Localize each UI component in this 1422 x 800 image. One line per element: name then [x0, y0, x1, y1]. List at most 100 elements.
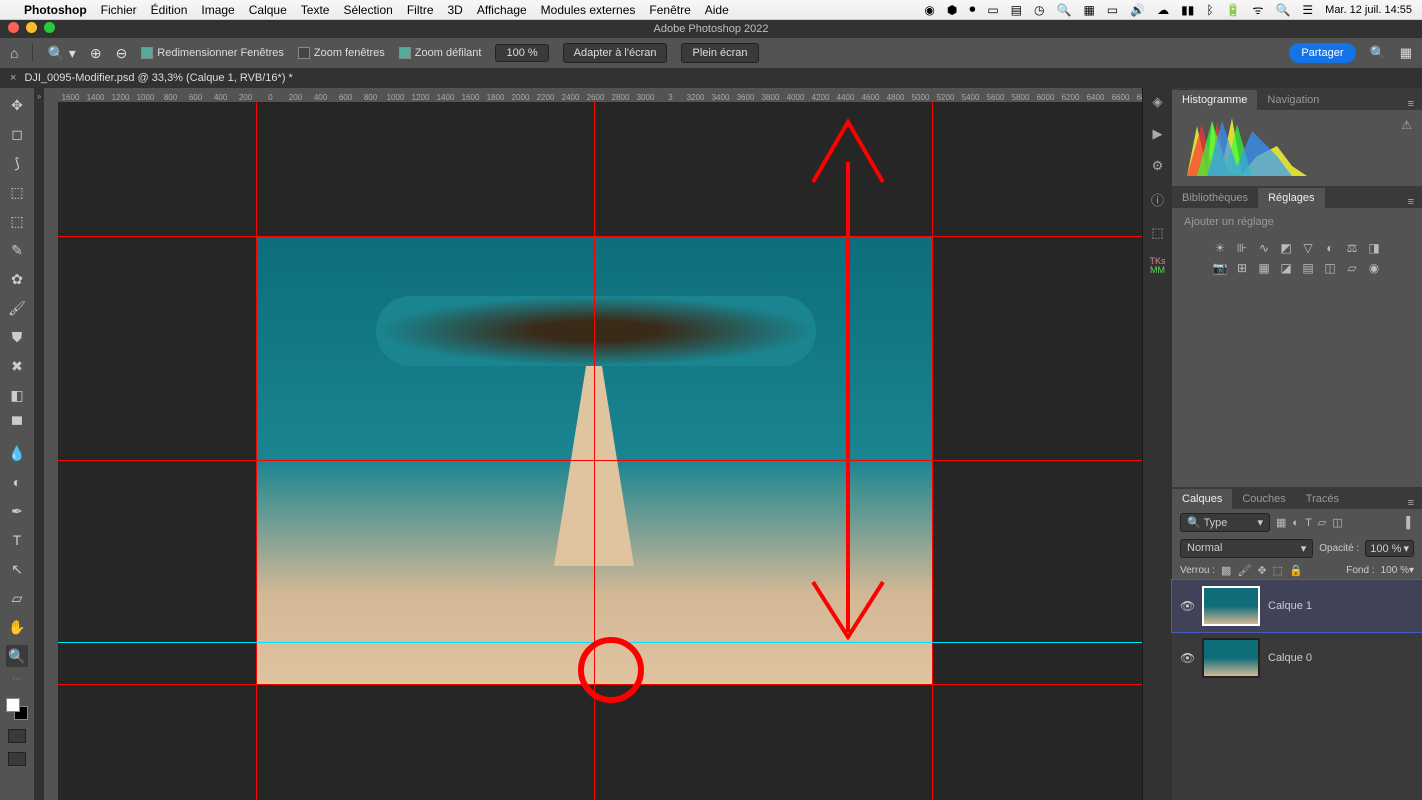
filter-image-icon[interactable]: ▦: [1276, 516, 1286, 529]
hue-icon[interactable]: ◐: [1321, 240, 1339, 256]
workspace-icon[interactable]: ▦: [1400, 45, 1412, 61]
control-center-icon[interactable]: ☰: [1302, 3, 1313, 17]
zoom-tool[interactable]: 🔍: [6, 645, 28, 667]
guide-horizontal[interactable]: [58, 236, 1142, 237]
clock-icon[interactable]: ◷: [1034, 3, 1044, 17]
pen-tool[interactable]: ✒: [6, 500, 28, 522]
opt-zoomfen[interactable]: Zoom fenêtres: [298, 47, 385, 59]
brightness-icon[interactable]: ☀: [1211, 240, 1229, 256]
filter-adjust-icon[interactable]: ◐: [1292, 517, 1299, 529]
vertical-ruler[interactable]: [44, 102, 58, 800]
thre 1px-icon[interactable]: ◫: [1321, 260, 1339, 276]
play-panel-icon[interactable]: ▶: [1153, 126, 1163, 142]
crop-tool[interactable]: ⬚: [6, 210, 28, 232]
hand-tool[interactable]: ✋: [6, 616, 28, 638]
guide-vertical[interactable]: [932, 102, 933, 800]
menu-modules[interactable]: Modules externes: [541, 3, 636, 17]
screenmode-icon[interactable]: [8, 752, 26, 766]
color-panel-icon[interactable]: ◈: [1153, 94, 1163, 110]
guide-horizontal[interactable]: [58, 642, 1142, 643]
lasso-tool[interactable]: ⟆: [6, 152, 28, 174]
layer-thumbnail[interactable]: [1202, 638, 1260, 678]
flag-icon[interactable]: ▮▮: [1181, 3, 1194, 17]
zoom-in-icon[interactable]: ⊕: [90, 45, 102, 62]
binoculars-icon[interactable]: 🔍: [1057, 3, 1072, 17]
fullscreen-window[interactable]: [44, 22, 55, 33]
guide-horizontal[interactable]: [58, 684, 1142, 685]
tab-traces[interactable]: Tracés: [1296, 489, 1349, 509]
history-tool[interactable]: ✖: [6, 355, 28, 377]
horizontal-ruler[interactable]: 1600140012001000800600400200020040060080…: [44, 88, 1142, 102]
selective-icon[interactable]: ◉: [1365, 260, 1383, 276]
volume-icon[interactable]: 🔊: [1130, 3, 1145, 17]
cloud-icon[interactable]: ☁: [1157, 3, 1169, 17]
visibility-icon[interactable]: 👁: [1180, 599, 1194, 613]
menubar-clock[interactable]: Mar. 12 juil. 14:55: [1325, 4, 1412, 16]
status-icon[interactable]: ⬢: [947, 3, 957, 17]
zoom-pct[interactable]: 100 %: [495, 44, 548, 62]
share-button[interactable]: Partager: [1289, 43, 1355, 63]
shape-tool[interactable]: ▱: [6, 587, 28, 609]
document-tab[interactable]: × DJI_0095-Modifier.psd @ 33,3% (Calque …: [0, 68, 1422, 88]
wifi-icon[interactable]: ᯤ: [1252, 1, 1263, 18]
filter-text-icon[interactable]: T: [1305, 517, 1312, 529]
search-icon[interactable]: 🔍: [1370, 45, 1386, 61]
eraser-tool[interactable]: ◧: [6, 384, 28, 406]
menu-texte[interactable]: Texte: [301, 3, 330, 17]
panel-menu-icon[interactable]: ≡: [1400, 196, 1422, 208]
home-button[interactable]: ⌂: [10, 45, 18, 61]
close-tab-icon[interactable]: ×: [10, 72, 16, 84]
menu-aide[interactable]: Aide: [705, 3, 729, 17]
dodge-tool[interactable]: ◐: [6, 471, 28, 493]
path-tool[interactable]: ↖: [6, 558, 28, 580]
healing-tool[interactable]: ✿: [6, 268, 28, 290]
gradient-tool[interactable]: ▀: [6, 413, 28, 435]
vibrance-icon[interactable]: ▽: [1299, 240, 1317, 256]
visibility-icon[interactable]: 👁: [1180, 651, 1194, 665]
collapsed-panel-strip[interactable]: »: [34, 88, 44, 800]
marquee-tool[interactable]: ◻: [6, 123, 28, 145]
lock-move-icon[interactable]: ✥: [1257, 564, 1266, 577]
blur-tool[interactable]: 💧: [6, 442, 28, 464]
tk-panel-icon[interactable]: TKsMM: [1149, 257, 1165, 275]
curves-icon[interactable]: ∿: [1255, 240, 1273, 256]
eyedropper-tool[interactable]: ✎: [6, 239, 28, 261]
canvas[interactable]: [58, 102, 1142, 800]
poster-icon[interactable]: ▤: [1299, 260, 1317, 276]
guide-horizontal[interactable]: [58, 460, 1142, 461]
minimize-window[interactable]: [26, 22, 37, 33]
display-icon[interactable]: ▭: [1107, 3, 1118, 17]
panel-menu-icon[interactable]: ≡: [1400, 98, 1422, 110]
menu-fenetre[interactable]: Fenêtre: [649, 3, 690, 17]
exposure-icon[interactable]: ◩: [1277, 240, 1295, 256]
lock-all-icon[interactable]: 🔒: [1289, 564, 1303, 577]
layer-row[interactable]: 👁 Calque 0: [1172, 632, 1422, 684]
app-menu[interactable]: Photoshop: [24, 3, 87, 17]
lock-artboard-icon[interactable]: ⬚: [1273, 564, 1283, 577]
move-tool[interactable]: ✥: [6, 94, 28, 116]
fit-screen-button[interactable]: Adapter à l'écran: [563, 43, 668, 63]
menu-3d[interactable]: 3D: [448, 3, 463, 17]
blend-mode-dropdown[interactable]: Normal▾: [1180, 539, 1313, 558]
colorbalance-icon[interactable]: ⚖: [1343, 240, 1361, 256]
tab-couches[interactable]: Couches: [1232, 489, 1295, 509]
close-window[interactable]: [8, 22, 19, 33]
menu-image[interactable]: Image: [201, 3, 234, 17]
selection-tool[interactable]: ⬚: [6, 181, 28, 203]
layer-name[interactable]: Calque 0: [1268, 652, 1312, 664]
gradient-icon[interactable]: ▱: [1343, 260, 1361, 276]
levels-icon[interactable]: ⊪: [1233, 240, 1251, 256]
tab-histogram[interactable]: Histogramme: [1172, 90, 1257, 110]
battery-icon[interactable]: 🔋: [1226, 3, 1241, 17]
bluetooth-icon[interactable]: ᛒ: [1206, 3, 1213, 17]
record-icon[interactable]: ⏺: [969, 2, 975, 17]
panel-menu-icon[interactable]: ≡: [1400, 497, 1422, 509]
filter-toggle[interactable]: ▌: [1406, 517, 1414, 529]
info-panel-icon[interactable]: ⓘ: [1151, 190, 1164, 209]
menu-affichage[interactable]: Affichage: [477, 3, 527, 17]
photo-icon[interactable]: 📷: [1211, 260, 1229, 276]
channel-icon[interactable]: ⊞: [1233, 260, 1251, 276]
menu-selection[interactable]: Sélection: [343, 3, 392, 17]
search-icon[interactable]: 🔍: [1275, 3, 1290, 17]
opt-zoomdef[interactable]: Zoom défilant: [399, 47, 482, 59]
